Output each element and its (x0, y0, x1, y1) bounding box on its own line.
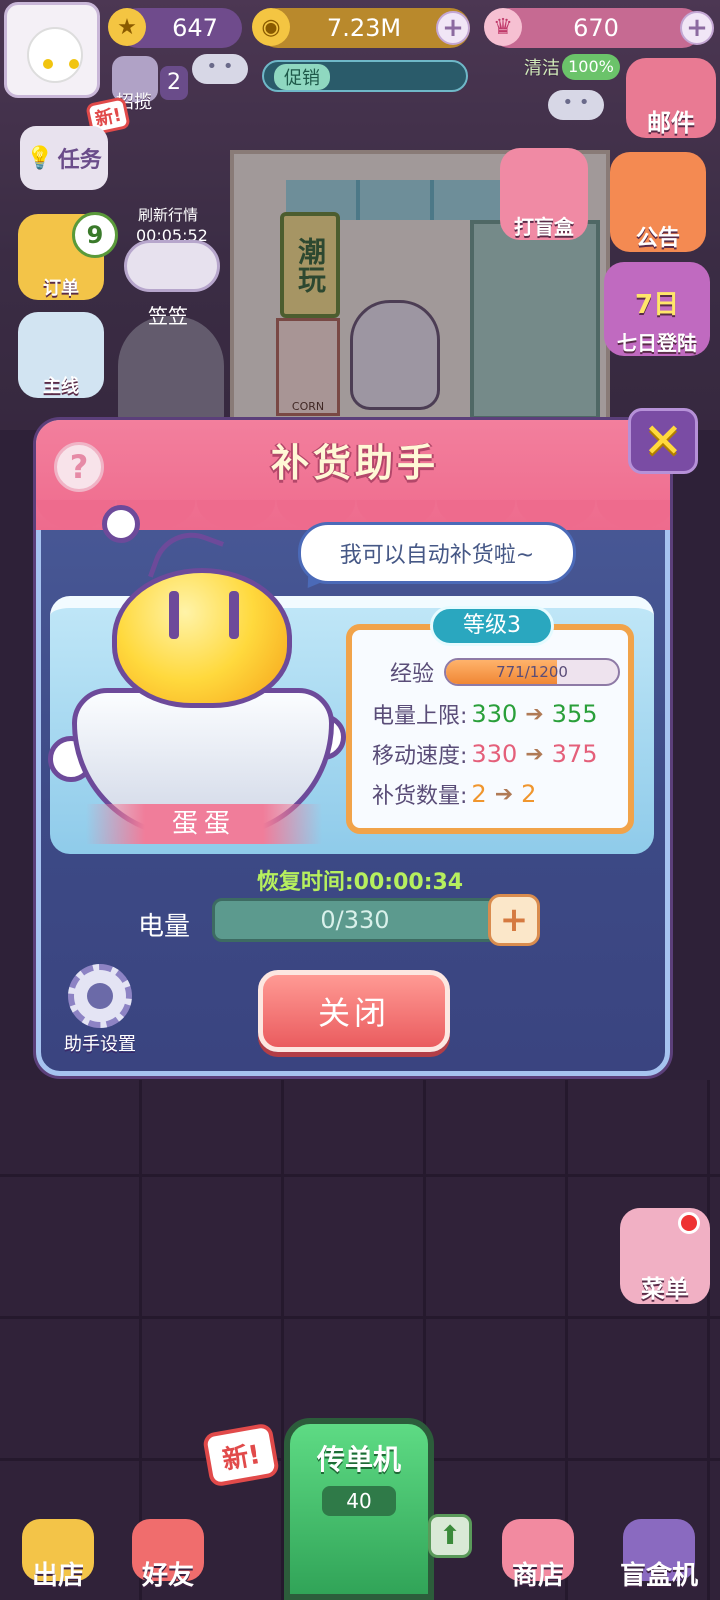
menu-label: 菜单 (641, 1275, 689, 1303)
chat-bubble-icon-2[interactable]: • • (548, 90, 604, 120)
player-avatar[interactable] (4, 2, 100, 98)
arrow-icon: ➔ (494, 781, 514, 807)
close-button[interactable]: 关闭 (258, 970, 450, 1052)
power-label: 电量 (138, 912, 191, 942)
mail-label: 邮件 (647, 109, 695, 137)
arrow-icon: ➔ (525, 741, 544, 767)
open-blindbox-button[interactable]: 打盲盒 (500, 148, 588, 240)
recovery-timer: 恢复时间:00:00:34 (256, 870, 464, 895)
speed-label: 移动速度: (372, 744, 468, 769)
pet-eye-left (169, 591, 179, 639)
market-chart-button[interactable] (124, 240, 220, 292)
main-quest-label: 主线 (43, 376, 79, 397)
blindbox-machine-label: 盲盒机 (619, 1561, 698, 1591)
power-cap-to: 355 (551, 700, 598, 728)
gem-count: 670 (573, 14, 619, 42)
power-cap-from: 330 (471, 700, 518, 728)
crown-icon: ♛ (484, 8, 522, 46)
antenna-ball (102, 505, 140, 543)
invite-count: 2 (160, 66, 188, 100)
close-x-button[interactable]: ✕ (628, 408, 698, 474)
flyer-count: 40 (322, 1486, 396, 1516)
flyer-label: 传单机 (316, 1443, 401, 1476)
task-label: 任务 (57, 148, 102, 173)
announcement-label: 公告 (635, 226, 680, 251)
coin-count: 7.23M (326, 14, 402, 42)
level-badge: 等级3 (430, 606, 554, 646)
clean-label: 清洁 (524, 58, 560, 79)
promo-label: 促销 (274, 64, 330, 90)
chat-bubble-icon[interactable]: • • (192, 54, 248, 84)
power-cap-row: 电量上限: 330 ➔ 355 (372, 698, 597, 730)
help-button[interactable]: ? (54, 442, 104, 492)
egg-pet[interactable] (112, 568, 292, 708)
speed-row: 移动速度: 330 ➔ 375 (372, 738, 597, 770)
mail-button[interactable]: 邮件 (626, 58, 716, 138)
out-shop-button[interactable]: 出店 (8, 1482, 108, 1592)
power-cap-label: 电量上限: (372, 704, 468, 729)
menu-notification-dot (678, 1212, 700, 1234)
restock-to: 2 (521, 780, 537, 808)
speed-to: 375 (551, 740, 598, 768)
exp-label: 经验 (389, 662, 434, 687)
dialog-title: 补货助手 (270, 441, 439, 485)
friends-button[interactable]: 好友 (118, 1482, 218, 1592)
open-blindbox-label: 打盲盒 (514, 215, 574, 239)
friends-label: 好友 (141, 1561, 194, 1591)
upgrade-arrow-icon[interactable]: ⬆ (428, 1514, 472, 1558)
order-label: 订单 (43, 278, 79, 299)
announcement-button[interactable]: 公告 (610, 152, 706, 252)
lightbulb-icon: 💡 (26, 145, 54, 171)
restock-from: 2 (471, 780, 487, 808)
seven-day-icon: 7日 (634, 290, 680, 320)
refresh-market-label: 刷新行情 (138, 206, 199, 224)
store-label: 商店 (511, 1561, 564, 1591)
power-bar: 0/330 (212, 898, 498, 942)
restock-row: 补货数量: 2 ➔ 2 (372, 778, 536, 810)
exp-row: 经验 771/1200 (372, 656, 620, 688)
speed-from: 330 (471, 740, 518, 768)
clean-percent: 100% (562, 54, 620, 80)
exp-bar: 771/1200 (444, 658, 620, 686)
flyer-machine-button[interactable]: 传单机 40 (284, 1418, 434, 1600)
star-count: 647 (172, 14, 218, 42)
pet-name: 蛋蛋 (86, 804, 322, 844)
settings-label: 助手设置 (64, 1034, 136, 1055)
star-icon: ★ (108, 8, 146, 46)
store-button[interactable]: 商店 (488, 1482, 588, 1592)
power-text: 0/330 (320, 906, 390, 934)
main-quest-button[interactable]: 主线 (18, 312, 104, 398)
add-power-button[interactable]: + (488, 894, 540, 946)
coin-icon: ◉ (252, 8, 290, 46)
exp-text: 771/1200 (496, 663, 568, 681)
restock-label: 补货数量: (372, 784, 468, 809)
speech-bubble: 我可以自动补货啦~ (298, 522, 576, 584)
seven-day-login-button[interactable]: 7日 七日登陆 (604, 262, 710, 356)
gear-icon (68, 964, 132, 1028)
seven-day-label: 七日登陆 (617, 331, 697, 355)
order-count-bubble: 9 (72, 212, 118, 258)
pet-eye-right (229, 591, 239, 639)
add-coins-button[interactable]: + (436, 11, 470, 45)
add-gems-button[interactable]: + (680, 11, 714, 45)
arrow-icon: ➔ (525, 701, 544, 727)
npc-name: 笠笠 (148, 304, 188, 328)
task-button[interactable]: 💡 任务 (20, 126, 108, 190)
blindbox-machine-button[interactable]: 盲盒机 (604, 1482, 714, 1592)
assistant-settings-button[interactable]: 助手设置 (58, 964, 142, 1060)
out-shop-label: 出店 (31, 1561, 84, 1591)
